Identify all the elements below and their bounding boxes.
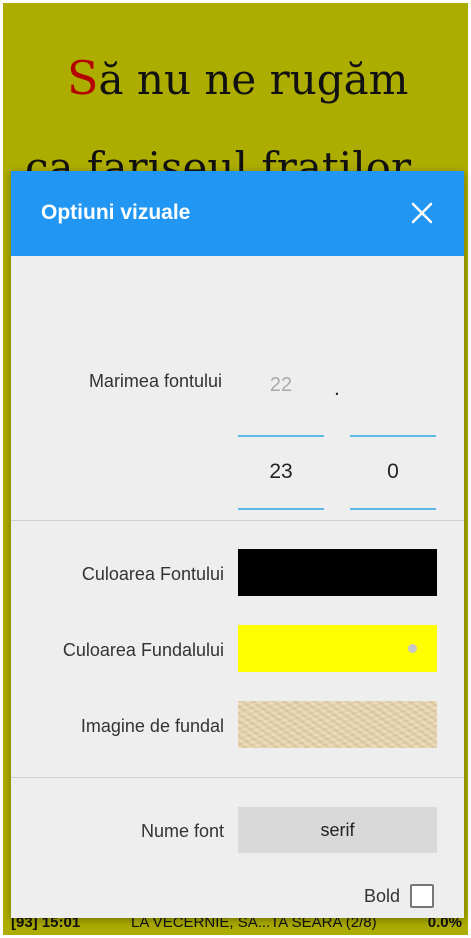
font-color-label: Culoarea Fontului <box>81 564 224 584</box>
picker-divider <box>238 435 324 437</box>
font-size-label: Marimea fontului <box>88 371 222 391</box>
dialog-title: Optiuni vizuale <box>41 201 191 224</box>
selected-indicator-dot <box>408 644 417 653</box>
background-image-label: Imagine de fundal <box>80 716 224 736</box>
bold-label: Bold <box>363 886 400 906</box>
bold-checkbox[interactable] <box>410 884 434 908</box>
section-divider <box>11 777 464 778</box>
picker-divider <box>350 435 436 437</box>
decimal-separator: . <box>334 377 340 400</box>
picker-current-value[interactable]: 23 <box>238 460 324 484</box>
dialog-header: Optiuni vizuale <box>11 171 464 256</box>
background-color-label: Culoarea Fundalului <box>62 640 224 660</box>
close-icon[interactable] <box>408 199 436 227</box>
picker-divider <box>238 508 324 510</box>
section-divider <box>11 520 464 521</box>
font-name-button[interactable]: serif <box>238 807 437 853</box>
picker-current-value[interactable]: 0 <box>350 460 436 484</box>
visual-options-dialog: Optiuni vizuale Marimea fontului 22 23 2… <box>11 171 464 918</box>
background-color-swatch[interactable] <box>238 625 437 672</box>
picker-divider <box>350 508 436 510</box>
background-image-swatch[interactable] <box>238 701 437 748</box>
reader-text-line: Să nu ne rugăm <box>67 51 409 105</box>
reader-text-rest: ă nu ne rugăm <box>98 55 409 104</box>
picker-previous-value[interactable]: 22 <box>238 374 324 397</box>
dropcap-letter: S <box>67 51 99 105</box>
font-color-swatch[interactable] <box>238 549 437 596</box>
font-name-label: Nume font <box>140 821 224 841</box>
